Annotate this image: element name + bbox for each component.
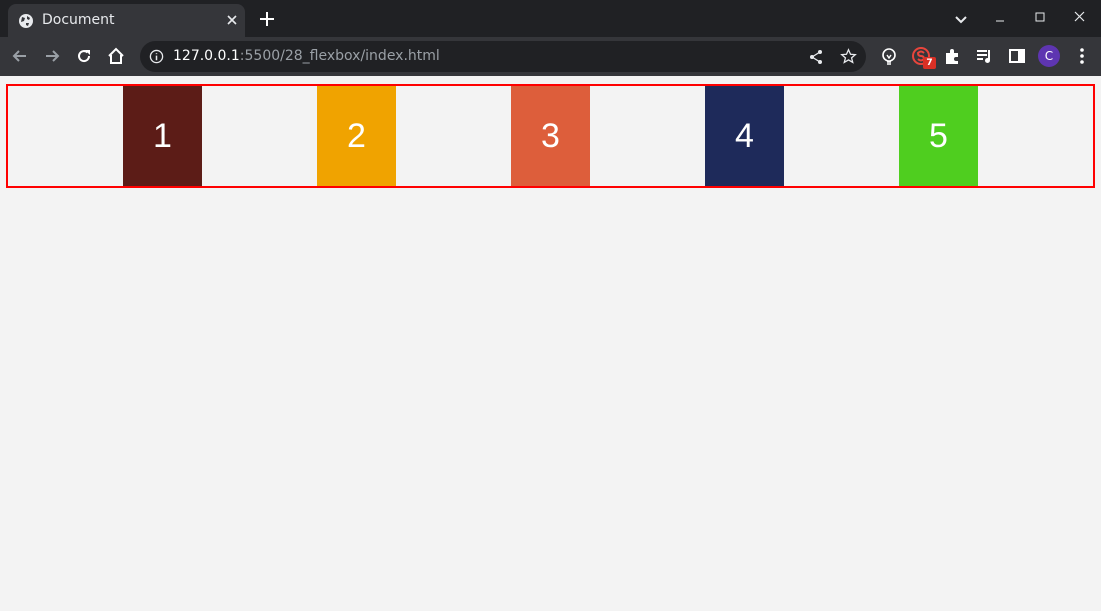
close-icon[interactable] xyxy=(224,12,240,28)
minimize-icon[interactable] xyxy=(990,9,1010,29)
flex-container: 1 2 3 4 5 xyxy=(6,84,1095,188)
flex-item-1: 1 xyxy=(123,86,202,186)
flex-item-label: 1 xyxy=(153,116,172,155)
address-bar[interactable]: 127.0.0.1:5500/28_flexbox/index.html xyxy=(140,41,866,72)
browser-window: Document 127.0.0.1:5500/28_flexbox/index… xyxy=(0,0,1101,611)
globe-icon xyxy=(19,14,33,28)
window-close-icon[interactable] xyxy=(1070,9,1090,29)
back-arrow-icon[interactable] xyxy=(10,46,30,66)
flex-item-2: 2 xyxy=(317,86,396,186)
home-icon[interactable] xyxy=(106,46,126,66)
tab-title: Document xyxy=(42,12,115,28)
lightbulb-icon[interactable] xyxy=(879,46,899,66)
flex-item-4: 4 xyxy=(705,86,784,186)
extension-badge: 7 xyxy=(923,57,936,69)
forward-arrow-icon[interactable] xyxy=(42,46,62,66)
flex-item-label: 5 xyxy=(929,116,948,155)
flex-item-label: 3 xyxy=(541,116,560,155)
avatar[interactable]: C xyxy=(1038,45,1060,67)
url-host: 127.0.0.1 xyxy=(173,48,240,64)
more-menu-icon[interactable] xyxy=(1072,46,1092,66)
tab-document[interactable]: Document xyxy=(8,4,245,37)
flex-item-3: 3 xyxy=(511,86,590,186)
puzzle-icon[interactable] xyxy=(943,46,963,66)
flex-item-5: 5 xyxy=(899,86,978,186)
star-icon[interactable] xyxy=(840,48,857,65)
chevron-down-icon[interactable] xyxy=(951,9,971,29)
url-path: :5500/28_flexbox/index.html xyxy=(239,48,440,64)
reload-icon[interactable] xyxy=(74,46,94,66)
info-icon[interactable] xyxy=(149,49,164,64)
share-icon[interactable] xyxy=(808,49,824,65)
side-panel-icon[interactable] xyxy=(1007,46,1027,66)
toolbar: 127.0.0.1:5500/28_flexbox/index.html xyxy=(0,37,1101,76)
media-queue-icon[interactable] xyxy=(975,46,995,66)
url-text: 127.0.0.1:5500/28_flexbox/index.html xyxy=(173,48,440,64)
page-content: 1 2 3 4 5 xyxy=(0,76,1101,611)
new-tab-plus-icon[interactable] xyxy=(258,10,276,28)
tab-strip: Document xyxy=(0,0,1101,37)
flex-item-label: 4 xyxy=(735,116,754,155)
flex-item-label: 2 xyxy=(347,116,366,155)
maximize-icon[interactable] xyxy=(1030,9,1050,29)
